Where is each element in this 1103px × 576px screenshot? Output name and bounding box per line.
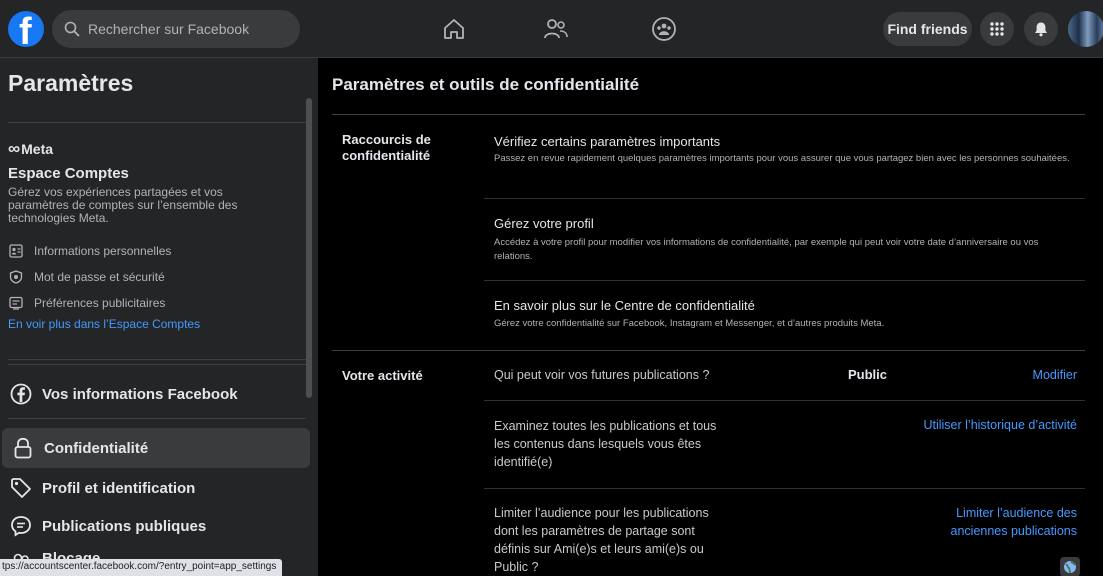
facebook-icon (10, 383, 32, 405)
bell-icon (1035, 22, 1047, 37)
sidebar-item-public-posts[interactable]: Publications publiques (0, 506, 308, 546)
sidebar-item-label: Publications publiques (42, 517, 207, 535)
section-divider (332, 350, 1085, 351)
accounts-center-link[interactable]: En voir plus dans l’Espace Comptes (8, 317, 200, 331)
menu-grid-icon (990, 22, 1004, 36)
entry-divider (484, 198, 1085, 199)
tag-icon (10, 477, 32, 499)
review-tagged-posts-text: Examinez toutes les publications et tous… (494, 419, 717, 469)
sidebar-title: Paramètres (8, 70, 134, 96)
browser-status-url: tps://accountscenter.facebook.com/?entry… (0, 559, 283, 576)
shortcut-title: Vérifiez certains paramètres importants (494, 134, 721, 149)
chat-bubble-icon (10, 515, 32, 537)
meta-item-personal-info[interactable]: Informations personnelles (8, 243, 171, 259)
facebook-logo[interactable]: f (8, 11, 44, 47)
sidebar-scrollbar[interactable] (306, 98, 312, 398)
meta-item-label: Informations personnelles (34, 244, 172, 258)
groups-nav-button[interactable] (648, 14, 680, 44)
id-card-icon (8, 243, 24, 259)
search-icon (64, 21, 80, 37)
meta-item-label: Préférences publicitaires (34, 296, 166, 310)
meta-infinity-icon: ∞ (8, 139, 20, 158)
page-title: Paramètres et outils de confidentialité (332, 75, 640, 94)
activity-log-link[interactable]: Utiliser l’historique d’activité (877, 416, 1077, 434)
home-icon (444, 19, 464, 39)
section-divider (332, 114, 1085, 115)
entry-divider (484, 400, 1085, 401)
accounts-center-card: ∞ Meta Espace Comptes Gérez vos expérien… (8, 122, 306, 360)
sidebar-item-label: Vos informations Facebook (42, 385, 238, 403)
entry-divider (484, 488, 1085, 489)
meta-logo: ∞ Meta (8, 139, 53, 159)
privacy-settings-panel: Paramètres et outils de confidentialité … (318, 58, 1103, 576)
entry-divider (484, 280, 1085, 281)
limit-past-posts-link[interactable]: Limiter l’audience des anciennes publica… (927, 504, 1077, 540)
your-activity-label: Votre activité (342, 368, 423, 383)
meta-item-ad-preferences[interactable]: Préférences publicitaires (8, 295, 165, 311)
future-posts-audience-text: Qui peut voir vos futures publications ? (494, 368, 710, 382)
top-navigation-bar: f Find friends (0, 0, 1103, 58)
sidebar-divider (8, 364, 306, 365)
shortcut-description: Passez en revue rapidement quelques para… (494, 153, 1070, 164)
shield-icon (8, 269, 24, 285)
shortcut-description: Accédez à votre profil pour modifier vos… (494, 237, 1039, 262)
sidebar-divider (8, 418, 306, 419)
search-box[interactable] (52, 10, 300, 48)
edit-future-posts-link[interactable]: Modifier (1033, 366, 1077, 384)
shortcut-title: En savoir plus sur le Centre de confiden… (494, 298, 755, 313)
limit-past-posts-text: Limiter l’audience pour les publications… (494, 506, 709, 574)
meta-item-password-security[interactable]: Mot de passe et sécurité (8, 269, 165, 285)
future-posts-audience-value: Public (848, 367, 888, 382)
home-nav-button[interactable] (438, 14, 470, 44)
sidebar-item-label: Confidentialité (44, 439, 149, 457)
find-friends-button[interactable]: Find friends (883, 12, 972, 46)
sidebar-item-profile-tagging[interactable]: Profil et identification (0, 468, 308, 508)
ad-preferences-icon (8, 295, 24, 311)
profile-avatar[interactable] (1068, 11, 1103, 47)
menu-button[interactable] (980, 12, 1014, 46)
facebook-logo-letter: f (19, 11, 32, 47)
shortcut-description: Gérez votre confidentialité sur Facebook… (494, 318, 885, 329)
friends-icon (544, 19, 568, 39)
settings-sidebar: Paramètres ∞ Meta Espace Comptes Gérez v… (0, 58, 318, 576)
meta-item-label: Mot de passe et sécurité (34, 270, 165, 284)
groups-icon (652, 17, 676, 41)
notifications-button[interactable] (1024, 12, 1058, 46)
meta-logo-text: Meta (21, 141, 54, 157)
shortcut-title: Gérez votre profil (494, 216, 594, 231)
privacy-shortcuts-label: Raccourcis de confidentialité (342, 132, 431, 163)
sidebar-item-label: Profil et identification (42, 479, 196, 497)
accounts-center-heading: Espace Comptes (8, 165, 129, 182)
accounts-center-description: Gérez vos expériences partagées et vos p… (8, 185, 238, 225)
sidebar-item-privacy[interactable]: Confidentialité (2, 428, 310, 468)
sidebar-item-your-facebook-info[interactable]: Vos informations Facebook (0, 374, 308, 414)
lock-icon (12, 437, 34, 459)
search-input[interactable] (88, 21, 288, 37)
globe-icon (1060, 557, 1080, 576)
friends-nav-button[interactable] (540, 14, 572, 44)
